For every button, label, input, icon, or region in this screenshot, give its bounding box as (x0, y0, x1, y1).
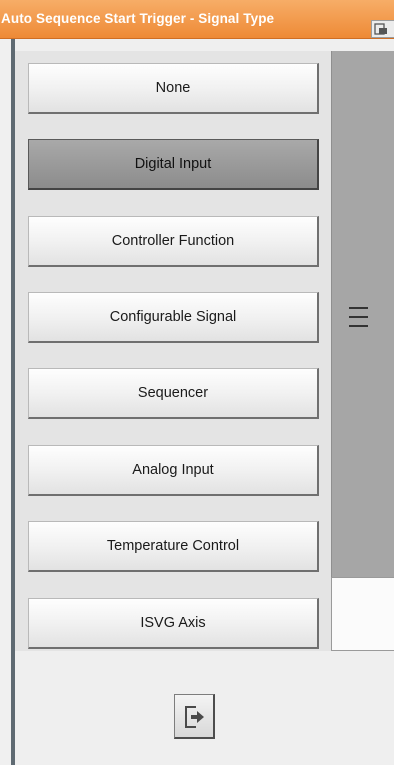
option-sequencer[interactable]: Sequencer (28, 368, 319, 419)
option-isvg-axis[interactable]: ISVG Axis (28, 598, 319, 649)
option-controller-function[interactable]: Controller Function (28, 216, 319, 267)
option-digital-input[interactable]: Digital Input (28, 139, 319, 190)
window-restore-icon[interactable] (371, 20, 394, 38)
option-configurable-signal[interactable]: Configurable Signal (28, 292, 319, 343)
exit-door-icon (185, 706, 204, 728)
exit-button[interactable] (174, 694, 215, 739)
drag-handle-icon[interactable] (349, 305, 368, 329)
title-bar: Auto Sequence Start Trigger - Signal Typ… (0, 0, 394, 39)
window-title: Auto Sequence Start Trigger - Signal Typ… (1, 11, 275, 26)
option-analog-input[interactable]: Analog Input (28, 445, 319, 496)
option-none[interactable]: None (28, 63, 319, 114)
option-temperature-control[interactable]: Temperature Control (28, 521, 319, 572)
side-panel-footer (331, 577, 394, 651)
